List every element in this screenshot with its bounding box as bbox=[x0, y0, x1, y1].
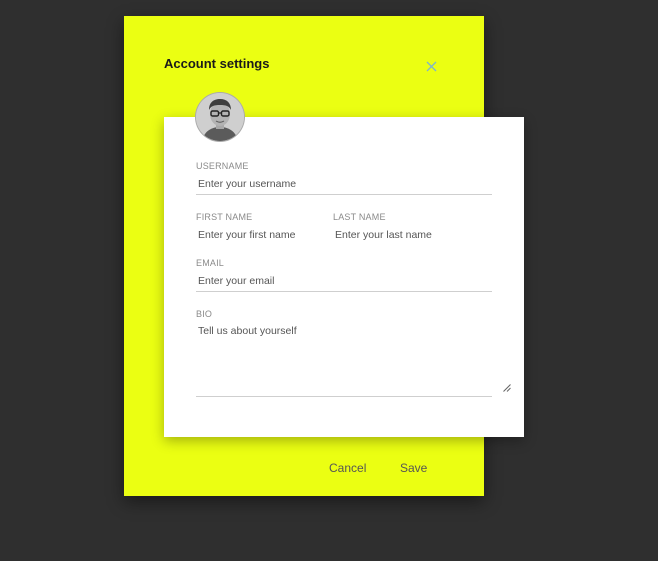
username-label: USERNAME bbox=[196, 161, 249, 171]
close-icon bbox=[426, 61, 436, 71]
username-underline bbox=[196, 194, 492, 195]
save-button[interactable]: Save bbox=[400, 461, 427, 475]
bio-underline bbox=[196, 396, 492, 397]
last-name-label: LAST NAME bbox=[333, 212, 386, 222]
username-input[interactable] bbox=[196, 176, 492, 192]
email-label: EMAIL bbox=[196, 258, 225, 268]
modal-title: Account settings bbox=[164, 56, 270, 71]
bio-textarea[interactable] bbox=[196, 325, 508, 391]
first-name-label: FIRST NAME bbox=[196, 212, 253, 222]
avatar-photo bbox=[196, 93, 244, 141]
resize-handle-icon[interactable] bbox=[503, 384, 511, 392]
cancel-button[interactable]: Cancel bbox=[329, 461, 366, 475]
bio-label: BIO bbox=[196, 309, 213, 319]
last-name-input[interactable] bbox=[333, 227, 475, 243]
avatar[interactable] bbox=[196, 93, 244, 141]
email-underline bbox=[196, 291, 492, 292]
close-button[interactable] bbox=[422, 57, 440, 75]
profile-form-card: USERNAME FIRST NAME LAST NAME EMAIL BIO bbox=[164, 117, 524, 437]
email-input[interactable] bbox=[196, 273, 492, 289]
first-name-input[interactable] bbox=[196, 227, 328, 243]
